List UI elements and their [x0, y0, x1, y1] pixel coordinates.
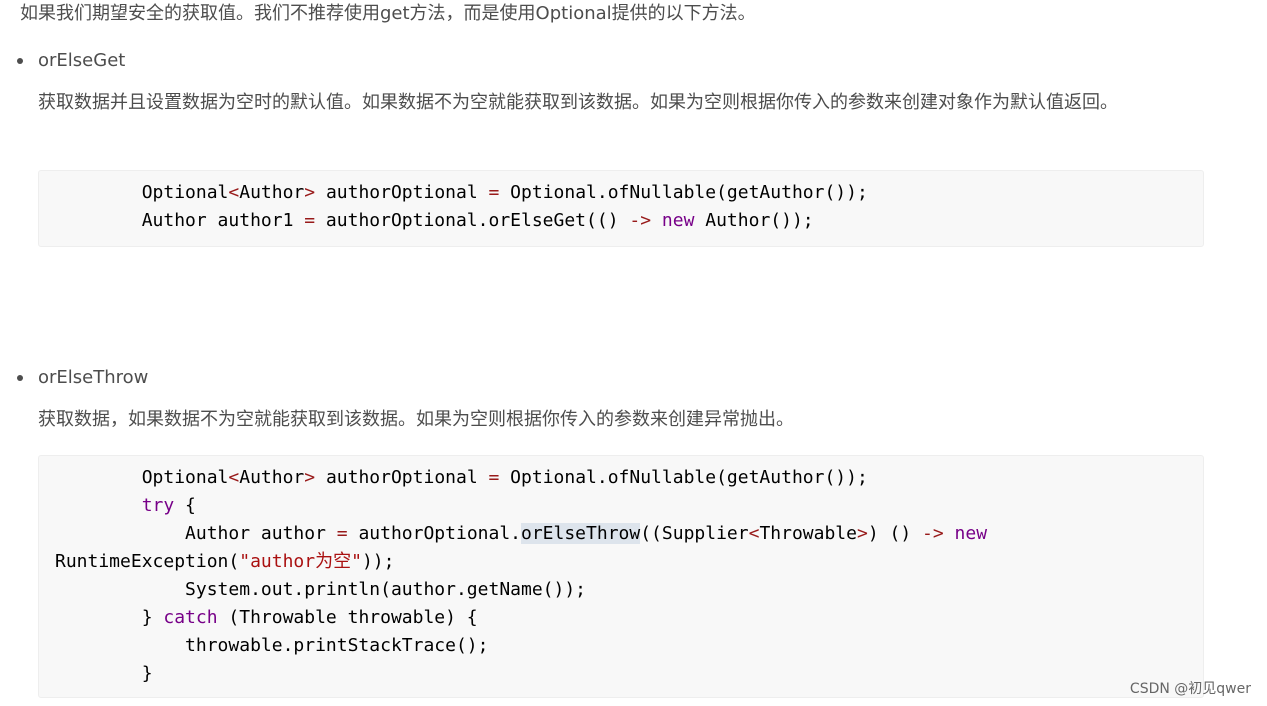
code-token: =: [336, 523, 348, 544]
code-token: authorOptional: [315, 182, 489, 203]
code-line: Optional<Author> authorOptional = Option…: [55, 179, 1187, 207]
code-token: =: [304, 210, 316, 231]
code-line: }: [55, 660, 1187, 688]
code-token: <: [228, 182, 240, 203]
code-line: } catch (Throwable throwable) {: [55, 604, 1187, 632]
bullet-icon: [17, 58, 23, 64]
intro-text: 如果我们期望安全的获取值。我们不推荐使用get方法，而是使用Optional提供…: [20, 3, 756, 24]
code-token: >: [304, 182, 316, 203]
code-line: try {: [55, 492, 1187, 520]
code-token: catch: [163, 607, 218, 628]
code-block-orelsethrow[interactable]: Optional<Author> authorOptional = Option…: [38, 455, 1204, 698]
code-token: {: [174, 495, 196, 516]
code-token: Author());: [694, 210, 814, 231]
code-token: >: [304, 467, 316, 488]
code-token: <: [748, 523, 760, 544]
code-token: throwable.printStackTrace();: [55, 635, 489, 656]
code-token: }: [55, 663, 153, 684]
code-token: Author: [239, 467, 305, 488]
bullet-icon: [17, 375, 23, 381]
code-line: throwable.printStackTrace();: [55, 632, 1187, 660]
code-token: }: [55, 607, 164, 628]
code-token: Author author: [55, 523, 337, 544]
code-token: <: [228, 467, 240, 488]
code-token: "author为空": [239, 551, 362, 572]
section-title-orelsethrow: orElseThrow: [38, 367, 149, 388]
code-line: RuntimeException("author为空"));: [55, 548, 1187, 576]
code-token: Author author1: [55, 210, 305, 231]
code-token: =: [488, 467, 500, 488]
code-token: (Throwable throwable) {: [217, 607, 478, 628]
code-line: Author author1 = authorOptional.orElseGe…: [55, 207, 1187, 235]
code-token: ((Supplier: [640, 523, 749, 544]
code-token: new: [954, 523, 988, 544]
code-line: Optional<Author> authorOptional = Option…: [55, 464, 1187, 492]
code-token: authorOptional.orElseGet((): [315, 210, 630, 231]
code-token: ));: [361, 551, 395, 572]
code-token: Author: [239, 182, 305, 203]
code-token: ->: [629, 210, 652, 231]
code-token: try: [141, 495, 175, 516]
code-line: Author author = authorOptional.orElseThr…: [55, 520, 1187, 548]
code-token: =: [488, 182, 500, 203]
code-token: RuntimeException(: [55, 551, 240, 572]
code-token: Optional.ofNullable(getAuthor());: [499, 467, 868, 488]
code-token: authorOptional: [315, 467, 489, 488]
watermark: CSDN @初见qwer: [1129, 681, 1251, 697]
code-token: authorOptional.: [347, 523, 521, 544]
section-title-orelseget: orElseGet: [38, 50, 126, 71]
code-token: orElseThrow: [521, 523, 641, 544]
code-token: Optional.ofNullable(getAuthor());: [499, 182, 868, 203]
code-block-orelseget[interactable]: Optional<Author> authorOptional = Option…: [38, 170, 1204, 247]
code-token: Optional: [55, 467, 229, 488]
section-desc-orelsethrow: 获取数据，如果数据不为空就能获取到该数据。如果为空则根据你传入的参数来创建异常抛…: [38, 409, 794, 430]
section-desc-orelseget: 获取数据并且设置数据为空时的默认值。如果数据不为空就能获取到该数据。如果为空则根…: [38, 92, 1118, 113]
code-token: ) (): [867, 523, 923, 544]
code-token: Optional: [55, 182, 229, 203]
code-token: >: [856, 523, 868, 544]
code-line: System.out.println(author.getName());: [55, 576, 1187, 604]
code-token: System.out.println(author.getName());: [55, 579, 587, 600]
code-token: Throwable: [759, 523, 857, 544]
code-token: ->: [922, 523, 944, 544]
code-token: new: [661, 210, 695, 231]
